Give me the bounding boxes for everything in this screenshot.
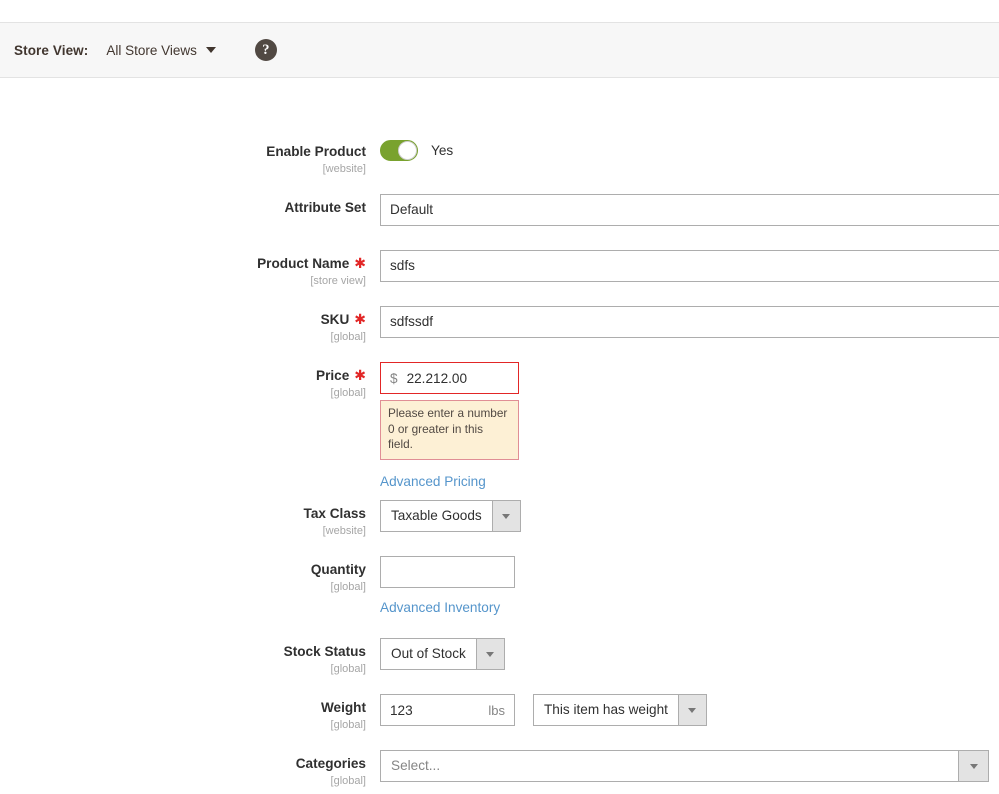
field-row-sku: SKU ✱ [global] sdfssdf xyxy=(0,306,999,344)
store-view-label: Store View: xyxy=(14,42,89,58)
sku-value: sdfssdf xyxy=(390,314,434,329)
field-label-text: Categories xyxy=(295,756,366,771)
field-row-weight: Weight [global] 123 lbs This item has we… xyxy=(0,694,999,732)
store-view-dropdown[interactable]: All Store Views xyxy=(106,43,216,58)
tax-class-dropdown-button[interactable] xyxy=(491,501,520,531)
field-label-text: Quantity xyxy=(310,562,366,577)
field-scope-text: [website] xyxy=(322,163,366,175)
required-asterisk: ✱ xyxy=(354,367,366,383)
price-value: 22.212.00 xyxy=(406,370,468,386)
label-tax-class: Tax Class [website] xyxy=(0,500,380,538)
field-scope-text: [global] xyxy=(330,387,366,399)
weight-input-group[interactable]: 123 lbs xyxy=(380,694,515,726)
enable-product-toggle-label: Yes xyxy=(431,143,454,158)
label-enable-product: Enable Product [website] xyxy=(0,138,380,176)
label-attribute-set: Attribute Set xyxy=(0,194,380,217)
control-quantity: Advanced Inventory xyxy=(380,556,999,617)
field-label-text: Product Name xyxy=(257,256,350,271)
weight-unit-label: lbs xyxy=(488,702,505,718)
required-asterisk: ✱ xyxy=(354,311,366,327)
store-view-bar: Store View: All Store Views ? xyxy=(0,22,999,78)
weight-type-value: This item has weight xyxy=(544,702,668,717)
field-scope-text: [global] xyxy=(330,581,366,593)
chevron-down-icon xyxy=(486,651,495,657)
field-row-price: Price ✱ [global] $ 22.212.00 Please enter… xyxy=(0,362,999,491)
advanced-inventory-link[interactable]: Advanced Inventory xyxy=(380,600,500,615)
field-row-categories: Categories [global] Select... xyxy=(0,750,999,788)
field-scope-text: [global] xyxy=(330,663,366,675)
price-validation-message: Please enter a number 0 or greater in th… xyxy=(388,406,508,452)
price-validation-tooltip: Please enter a number 0 or greater in th… xyxy=(380,400,519,460)
field-scope-text: [global] xyxy=(330,719,366,731)
enable-product-toggle-wrap: Yes xyxy=(380,138,999,161)
field-label-text: Enable Product xyxy=(266,144,366,159)
stock-status-value: Out of Stock xyxy=(391,646,466,661)
field-label-text: SKU xyxy=(320,312,350,327)
label-product-name: Product Name ✱ [store view] xyxy=(0,250,380,288)
help-icon-glyph: ? xyxy=(262,41,270,58)
product-name-input[interactable]: sdfs xyxy=(380,250,999,282)
store-view-selected-value: All Store Views xyxy=(106,42,197,58)
sku-input[interactable]: sdfssdf xyxy=(380,306,999,338)
control-categories: Select... xyxy=(380,750,999,782)
product-name-value: sdfs xyxy=(390,258,415,273)
control-tax-class: Taxable Goods xyxy=(380,500,999,532)
chevron-down-icon xyxy=(688,707,697,713)
control-enable-product: Yes xyxy=(380,138,999,161)
control-weight: 123 lbs This item has weight xyxy=(380,694,999,726)
label-weight: Weight [global] xyxy=(0,694,380,732)
categories-multiselect[interactable]: Select... xyxy=(380,750,989,782)
control-product-name: sdfs xyxy=(380,250,999,282)
toggle-knob xyxy=(398,141,417,160)
attribute-set-value: Default xyxy=(390,202,434,217)
label-price: Price ✱ [global] xyxy=(0,362,380,400)
chevron-down-icon xyxy=(205,47,216,53)
label-stock-status: Stock Status [global] xyxy=(0,638,380,676)
enable-product-toggle[interactable] xyxy=(380,140,418,161)
field-scope-text: [global] xyxy=(330,775,366,787)
price-input-group[interactable]: $ 22.212.00 xyxy=(380,362,519,394)
field-row-attribute-set: Attribute Set Default xyxy=(0,194,999,226)
weight-type-select[interactable]: This item has weight xyxy=(533,694,707,726)
tax-class-select[interactable]: Taxable Goods xyxy=(380,500,521,532)
field-label-text: Attribute Set xyxy=(284,200,366,215)
field-row-stock-status: Stock Status [global] Out of Stock xyxy=(0,638,999,676)
label-quantity: Quantity [global] xyxy=(0,556,380,594)
weight-value: 123 xyxy=(390,702,413,718)
field-row-product-name: Product Name ✱ [store view] sdfs xyxy=(0,250,999,288)
stock-status-select[interactable]: Out of Stock xyxy=(380,638,505,670)
weight-type-dropdown-button[interactable] xyxy=(677,695,706,725)
advanced-pricing-link[interactable]: Advanced Pricing xyxy=(380,474,486,489)
control-price: $ 22.212.00 Please enter a number 0 or g… xyxy=(380,362,999,491)
field-label-text: Stock Status xyxy=(283,644,366,659)
help-icon[interactable]: ? xyxy=(254,39,277,61)
control-sku: sdfssdf xyxy=(380,306,999,338)
field-scope-text: [website] xyxy=(322,525,366,537)
field-scope-text: [global] xyxy=(330,331,366,343)
stock-status-dropdown-button[interactable] xyxy=(475,639,504,669)
tax-class-value: Taxable Goods xyxy=(391,508,482,523)
chevron-down-icon xyxy=(502,513,511,519)
label-sku: SKU ✱ [global] xyxy=(0,306,380,344)
field-row-quantity: Quantity [global] Advanced Inventory xyxy=(0,556,999,617)
attribute-set-input[interactable]: Default xyxy=(380,194,999,226)
quantity-input[interactable] xyxy=(380,556,515,588)
field-label-text: Weight xyxy=(320,700,366,715)
control-attribute-set: Default xyxy=(380,194,999,226)
currency-symbol: $ xyxy=(390,370,398,386)
field-label-text: Price xyxy=(316,368,350,383)
label-categories: Categories [global] xyxy=(0,750,380,788)
field-row-tax-class: Tax Class [website] Taxable Goods xyxy=(0,500,999,538)
chevron-down-icon xyxy=(969,763,978,769)
control-stock-status: Out of Stock xyxy=(380,638,999,670)
field-row-enable-product: Enable Product [website] Yes xyxy=(0,138,999,176)
field-scope-text: [store view] xyxy=(310,275,366,287)
required-asterisk: ✱ xyxy=(354,255,366,271)
categories-placeholder: Select... xyxy=(391,758,441,773)
field-label-text: Tax Class xyxy=(303,506,366,521)
categories-dropdown-button[interactable] xyxy=(958,751,988,781)
